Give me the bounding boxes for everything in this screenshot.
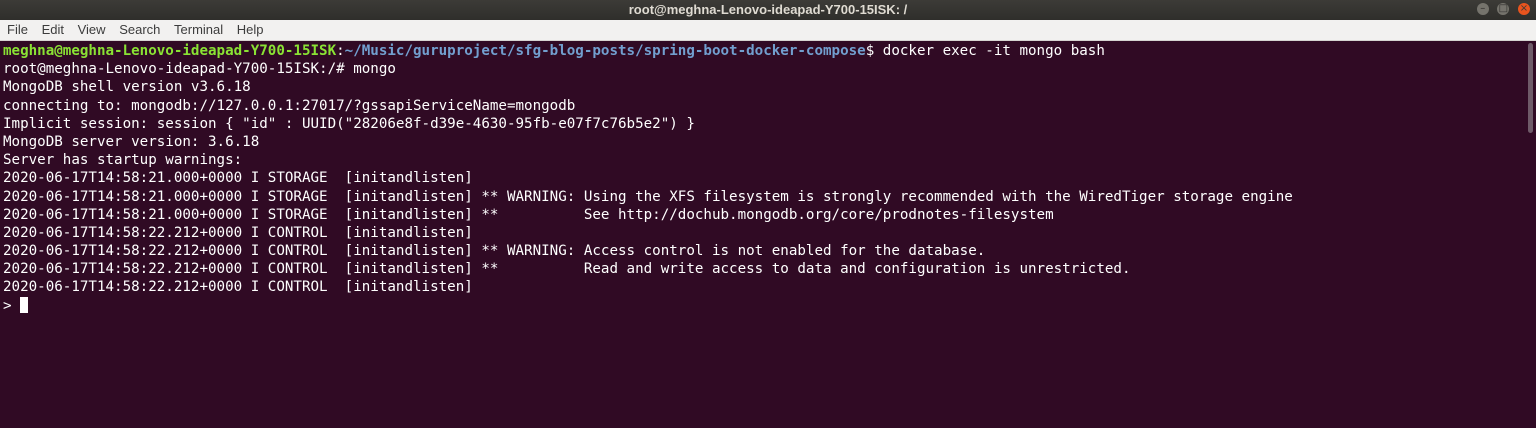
output-line: root@meghna-Lenovo-ideapad-Y700-15ISK:/#… — [3, 61, 396, 78]
close-icon[interactable]: × — [1518, 3, 1530, 15]
text-cursor — [19, 296, 28, 313]
shell-prompt-line: meghna@meghna-Lenovo-ideapad-Y700-15ISK:… — [3, 42, 1523, 60]
window-controls: – □ × — [1472, 3, 1530, 17]
prompt-separator: : — [336, 43, 345, 59]
mongo-prompt-line: > — [3, 296, 1523, 315]
output-line: connecting to: mongodb://127.0.0.1:27017… — [3, 97, 576, 114]
mongo-prompt: > — [3, 297, 12, 314]
scrollbar-thumb[interactable] — [1528, 43, 1533, 133]
output-line: 2020-06-17T14:58:21.000+0000 I STORAGE [… — [3, 170, 473, 187]
output-line: 2020-06-17T14:58:22.212+0000 I CONTROL [… — [3, 243, 986, 260]
menu-terminal[interactable]: Terminal — [169, 20, 228, 40]
menu-search[interactable]: Search — [114, 20, 165, 40]
menu-file[interactable]: File — [0, 20, 33, 40]
menu-view[interactable]: View — [73, 20, 111, 40]
terminal-output[interactable]: meghna@meghna-Lenovo-ideapad-Y700-15ISK:… — [0, 41, 1523, 428]
output-line: MongoDB server version: 3.6.18 — [3, 133, 260, 150]
output-line: 2020-06-17T14:58:21.000+0000 I STORAGE [… — [3, 188, 1293, 205]
menu-help[interactable]: Help — [232, 20, 269, 40]
prompt-command: $ docker exec -it mongo bash — [865, 43, 1105, 59]
prompt-path: ~/Music/guruproject/sfg-blog-posts/sprin… — [344, 43, 866, 59]
terminal-window: root@meghna-Lenovo-ideapad-Y700-15ISK: /… — [0, 0, 1536, 428]
output-line: 2020-06-17T14:58:22.212+0000 I CONTROL [… — [3, 261, 1131, 278]
output-line: 2020-06-17T14:58:22.212+0000 I CONTROL [… — [3, 279, 473, 296]
output-line: 2020-06-17T14:58:22.212+0000 I CONTROL [… — [3, 224, 473, 241]
output-line: Implicit session: session { "id" : UUID(… — [3, 115, 695, 132]
window-title: root@meghna-Lenovo-ideapad-Y700-15ISK: / — [628, 2, 908, 17]
minimize-icon[interactable]: – — [1476, 3, 1489, 15]
terminal-scrollbar[interactable] — [1523, 41, 1536, 428]
output-line: 2020-06-17T14:58:21.000+0000 I STORAGE [… — [3, 206, 1054, 223]
menu-edit[interactable]: Edit — [37, 20, 69, 40]
menu-bar: File Edit View Search Terminal Help — [0, 20, 1536, 41]
title-bar[interactable]: root@meghna-Lenovo-ideapad-Y700-15ISK: /… — [0, 0, 1536, 20]
output-line: MongoDB shell version v3.6.18 — [3, 79, 251, 96]
output-line: Server has startup warnings: — [3, 152, 243, 169]
maximize-icon[interactable]: □ — [1497, 3, 1510, 15]
prompt-user: meghna@meghna-Lenovo-ideapad-Y700-15ISK — [3, 43, 337, 59]
